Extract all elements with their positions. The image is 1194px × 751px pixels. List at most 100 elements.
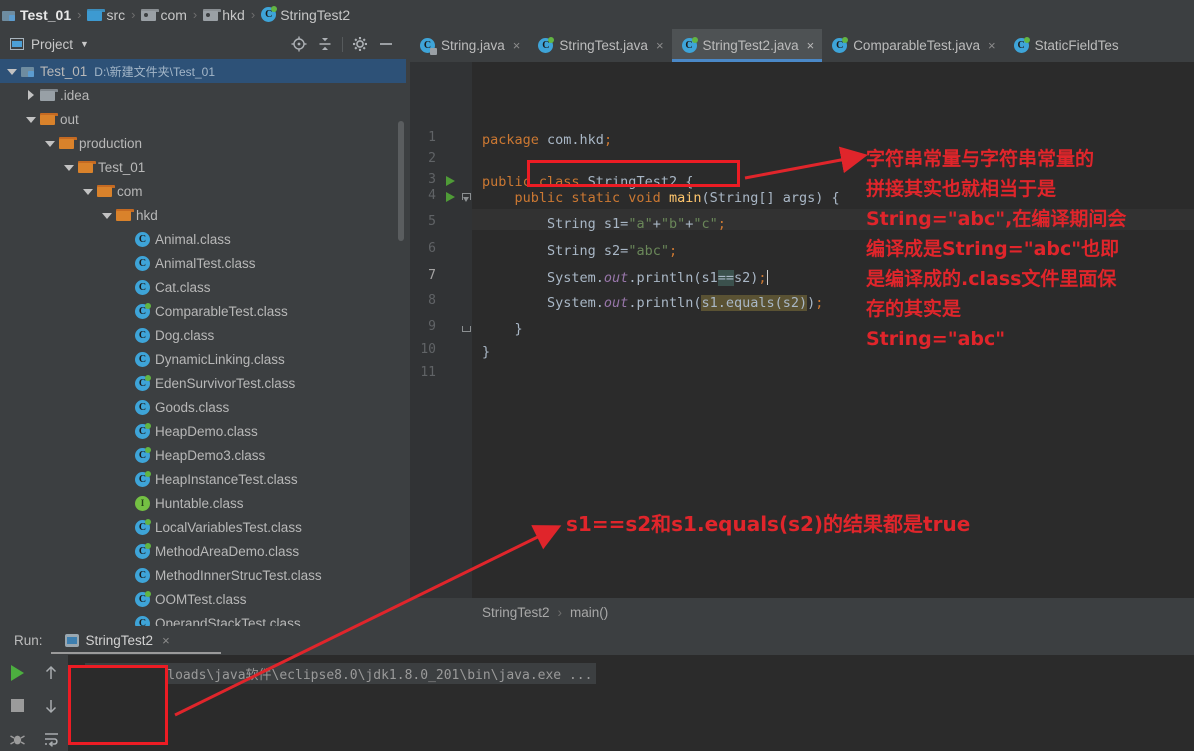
tab-comparabletest-java[interactable]: C ComparableTest.java × <box>822 29 1003 62</box>
tab-staticfieldtest-java[interactable]: C StaticFieldTes <box>1004 29 1127 62</box>
tree-item-label: out <box>60 111 79 127</box>
tree-item[interactable]: Test_01 <box>0 155 406 179</box>
chevron-down-icon[interactable]: ▼ <box>80 39 89 49</box>
tab-stringtest2-java[interactable]: C StringTest2.java × <box>671 29 823 62</box>
line-number: 8 <box>428 293 436 308</box>
class-run-icon: C <box>135 422 151 439</box>
scroll-up-icon[interactable] <box>39 661 63 684</box>
tree-item[interactable]: C AnimalTest.class <box>0 251 406 275</box>
tree-item[interactable]: Test_01 D:\新建文件夹\Test_01 <box>0 59 406 83</box>
tree-item-label: Test_01 <box>98 159 146 175</box>
breadcrumb-separator: › <box>250 7 256 22</box>
debug-icon[interactable] <box>5 728 29 751</box>
tree-item[interactable]: C OOMTest.class <box>0 587 406 611</box>
close-icon[interactable]: × <box>162 633 170 648</box>
tree-item[interactable]: C OperandStackTest.class <box>0 611 406 626</box>
scroll-down-icon[interactable] <box>39 694 63 717</box>
tree-item[interactable]: com <box>0 179 406 203</box>
tree-item[interactable]: C Dog.class <box>0 323 406 347</box>
close-icon[interactable]: × <box>807 38 815 53</box>
tree-item[interactable]: C HeapDemo.class <box>0 419 406 443</box>
tree-item[interactable]: production <box>0 131 406 155</box>
tab-string-java[interactable]: C String.java × <box>410 29 528 62</box>
close-icon[interactable]: × <box>513 38 521 53</box>
tree-item[interactable]: C DynamicLinking.class <box>0 347 406 371</box>
locate-icon[interactable] <box>287 32 311 56</box>
tree-item-label: Goods.class <box>155 399 230 415</box>
code-line-7: System.out.println(s1==s2); <box>482 270 768 286</box>
tab-stringtest-java[interactable]: C StringTest.java × <box>528 29 671 62</box>
run-tab-label: StringTest2 <box>85 633 154 648</box>
intellij-idea-window: Test_01 › src › com › hkd › C StringTest… <box>0 0 1194 751</box>
fold-open-icon[interactable] <box>462 193 471 202</box>
soft-wrap-icon[interactable] <box>39 728 63 751</box>
run-gutter-icon[interactable] <box>446 192 455 202</box>
breadcrumb-label: StringTest2 <box>280 6 351 23</box>
project-tree-scrollbar[interactable] <box>398 121 404 241</box>
breadcrumb-item-com[interactable]: com <box>141 0 187 29</box>
breadcrumb-separator: › <box>131 7 136 22</box>
breadcrumb-item-hkd[interactable]: hkd <box>203 0 245 29</box>
chevron-down-icon[interactable] <box>44 138 55 149</box>
run-panel-label: Run: <box>14 633 43 648</box>
rerun-icon[interactable] <box>5 661 29 684</box>
stop-icon[interactable] <box>5 694 29 717</box>
tree-item[interactable]: C MethodAreaDemo.class <box>0 539 406 563</box>
editor-gutter[interactable]: 1 2 3 4 5 6 7 8 9 10 11 <box>410 62 472 598</box>
tree-item[interactable]: C Animal.class <box>0 227 406 251</box>
minimize-icon[interactable] <box>374 32 398 56</box>
project-window-icon <box>10 38 24 50</box>
editor-tab-bar: C String.java × C StringTest.java × C St… <box>410 29 1194 62</box>
project-tree[interactable]: Test_01 D:\新建文件夹\Test_01 .idea out productio… <box>0 59 406 626</box>
tree-item[interactable]: C ComparableTest.class <box>0 299 406 323</box>
chevron-down-icon[interactable] <box>63 162 74 173</box>
code-line-9: } <box>514 321 523 337</box>
breadcrumb-item-src[interactable]: src <box>87 0 125 29</box>
breadcrumb-separator: › <box>192 7 198 22</box>
collapse-all-icon[interactable] <box>313 32 337 56</box>
close-icon[interactable]: × <box>656 38 664 53</box>
close-icon[interactable]: × <box>988 38 996 53</box>
class-run-icon: C <box>135 470 151 487</box>
fold-close-icon[interactable] <box>462 323 471 332</box>
tree-item-label: MethodAreaDemo.class <box>155 543 300 559</box>
tree-item[interactable]: C LocalVariablesTest.class <box>0 515 406 539</box>
tree-item[interactable]: C HeapInstanceTest.class <box>0 467 406 491</box>
chevron-down-icon[interactable] <box>6 66 17 77</box>
breadcrumb-item-stringtest2[interactable]: C StringTest2 <box>261 0 350 29</box>
run-tab-stringtest2[interactable]: StringTest2 × <box>50 626 221 655</box>
chevron-down-icon[interactable] <box>82 186 93 197</box>
gear-icon[interactable] <box>348 32 372 56</box>
tree-item[interactable]: hkd <box>0 203 406 227</box>
tree-item[interactable]: I Huntable.class <box>0 491 406 515</box>
tree-item[interactable]: .idea <box>0 83 406 107</box>
code-line-10: } <box>482 344 491 360</box>
editor-breadcrumb-class[interactable]: StringTest2 <box>482 605 550 620</box>
editor-breadcrumb-method[interactable]: main() <box>570 605 608 620</box>
tree-item-label: HeapDemo3.class <box>155 447 266 463</box>
tree-item[interactable]: C HeapDemo3.class <box>0 443 406 467</box>
annotation-box-console-output <box>68 665 168 745</box>
tree-item[interactable]: C MethodInnerStrucTest.class <box>0 563 406 587</box>
tree-item[interactable]: C EdenSurvivorTest.class <box>0 371 406 395</box>
line-number: 10 <box>420 342 436 357</box>
tree-item[interactable]: C Cat.class <box>0 275 406 299</box>
tree-item-label: DynamicLinking.class <box>155 351 285 367</box>
chevron-right-icon[interactable] <box>25 89 36 101</box>
project-panel-title[interactable]: Project ▼ <box>10 37 89 52</box>
line-number: 7 <box>428 268 436 283</box>
breadcrumb-item-test01[interactable]: Test_01 <box>2 0 71 29</box>
tree-item[interactable]: C Goods.class <box>0 395 406 419</box>
tree-item-label: Animal.class <box>155 231 231 247</box>
chevron-down-icon[interactable] <box>25 114 36 125</box>
breadcrumb: Test_01 › src › com › hkd › C StringTest… <box>0 0 1194 29</box>
console-output[interactable]: C:\360Downloads\java软件\eclipse8.0\jdk1.8… <box>68 655 1194 751</box>
tree-item[interactable]: out <box>0 107 406 131</box>
run-gutter-icon[interactable] <box>446 176 455 186</box>
tree-item-label: LocalVariablesTest.class <box>155 519 302 535</box>
chevron-down-icon[interactable] <box>101 210 112 221</box>
